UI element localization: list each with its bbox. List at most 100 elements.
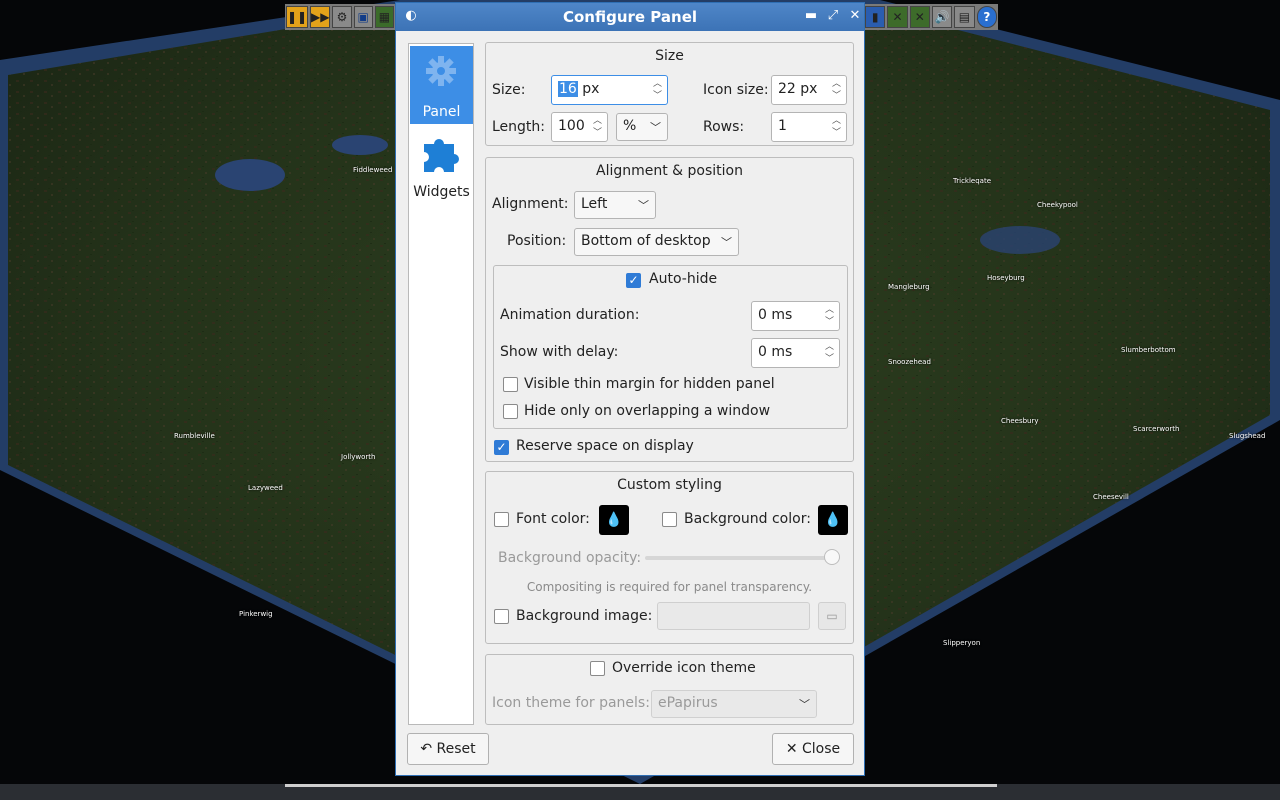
rows-value: 1 bbox=[778, 118, 787, 134]
reserve-space-checkbox[interactable]: ✓ bbox=[494, 440, 509, 455]
show-delay-spinbox[interactable]: 0 ms ︿ ﹀ bbox=[751, 338, 840, 368]
fast-forward-icon[interactable]: ▶▶ bbox=[310, 6, 331, 28]
background-opacity-label: Background opacity: bbox=[498, 550, 642, 566]
chevron-down-icon: ﹀ bbox=[638, 199, 649, 212]
group-title: Alignment & position bbox=[596, 163, 743, 179]
alignment-label: Alignment: bbox=[492, 196, 569, 212]
close-icon[interactable]: ✕ bbox=[846, 7, 864, 25]
town-label: Lazyweed bbox=[248, 484, 283, 492]
sound-icon[interactable]: 🔊 bbox=[931, 6, 953, 28]
length-unit-select[interactable]: % ﹀ bbox=[616, 113, 668, 141]
overlap-checkbox[interactable] bbox=[503, 404, 518, 419]
spin-arrows-icon[interactable]: ︿ ﹀ bbox=[832, 78, 841, 102]
icon-theme-label: Icon theme for panels: bbox=[492, 695, 650, 711]
town-label: Fiddleweed bbox=[353, 166, 393, 174]
messages-icon[interactable]: ▤ bbox=[954, 6, 975, 28]
position-label: Position: bbox=[507, 233, 567, 249]
maximize-icon[interactable]: ⤢ bbox=[824, 7, 842, 25]
town-label: Scarcerworth bbox=[1133, 425, 1180, 433]
browse-image-icon[interactable]: ▭ bbox=[818, 602, 846, 630]
background-color-label: Background color: bbox=[684, 511, 811, 527]
rows-label: Rows: bbox=[703, 119, 745, 135]
custom-styling-group: Custom styling Font color: 💧 Background … bbox=[485, 471, 854, 644]
icon-theme-select[interactable]: ePapirus ﹀ bbox=[651, 690, 817, 718]
background-image-field[interactable] bbox=[657, 602, 810, 630]
graph-icon[interactable]: ▮ bbox=[865, 6, 886, 28]
override-icon-theme-checkbox[interactable] bbox=[590, 661, 605, 676]
compositing-note: Compositing is required for panel transp… bbox=[526, 580, 813, 594]
sidebar-item-panel[interactable]: Panel bbox=[410, 46, 473, 124]
landscape-icon[interactable]: ✕ bbox=[909, 6, 930, 28]
town-label: Jollyworth bbox=[341, 453, 376, 461]
font-color-checkbox[interactable] bbox=[494, 512, 509, 527]
autohide-checkbox[interactable]: ✓ bbox=[626, 273, 641, 288]
length-unit-value: % bbox=[623, 118, 637, 134]
close-label: Close bbox=[802, 741, 841, 757]
animation-duration-value: 0 ms bbox=[758, 307, 793, 323]
pause-icon[interactable]: ❚❚ bbox=[286, 6, 308, 28]
town-label: Snoozehead bbox=[888, 358, 931, 366]
background-opacity-slider[interactable] bbox=[645, 549, 840, 565]
spin-arrows-icon[interactable]: ︿ ﹀ bbox=[825, 341, 834, 365]
map-icon[interactable]: ▦ bbox=[374, 6, 394, 28]
chevron-down-icon: ﹀ bbox=[650, 121, 661, 134]
configure-panel-dialog: ◐ Configure Panel ▬ ⤢ ✕ Panel Widgets Si… bbox=[395, 2, 865, 776]
title-bar[interactable]: ◐ Configure Panel ▬ ⤢ ✕ bbox=[396, 3, 864, 31]
animation-duration-label: Animation duration: bbox=[500, 307, 640, 323]
alignment-position-group: Alignment & position Alignment: Left ﹀ P… bbox=[485, 157, 854, 462]
length-spinbox[interactable]: 100 ︿ ﹀ bbox=[551, 112, 608, 142]
size-spinbox[interactable]: 16 px ︿ ﹀ bbox=[551, 75, 668, 105]
font-color-picker[interactable]: 💧 bbox=[599, 505, 629, 535]
spin-arrows-icon[interactable]: ︿ ﹀ bbox=[832, 115, 841, 139]
town-label: Rumbleville bbox=[174, 432, 215, 440]
spin-arrows-icon[interactable]: ︿ ﹀ bbox=[825, 304, 834, 328]
reset-button[interactable]: ↶ Reset bbox=[407, 733, 489, 765]
minimize-icon[interactable]: ▬ bbox=[802, 7, 820, 25]
chevron-down-icon: ﹀ bbox=[799, 698, 810, 711]
town-label: Pinkerwig bbox=[239, 610, 273, 618]
save-icon[interactable]: ▣ bbox=[353, 6, 373, 28]
town-label: Slugshead bbox=[1229, 432, 1266, 440]
length-value: 100 bbox=[558, 118, 585, 134]
icon-size-value: 22 px bbox=[778, 81, 818, 97]
settings-icon[interactable]: ⚙ bbox=[332, 6, 352, 28]
spin-arrows-icon[interactable]: ︿ ﹀ bbox=[653, 78, 662, 102]
background-color-picker[interactable]: 💧 bbox=[818, 505, 848, 535]
autohide-label: Auto-hide bbox=[649, 271, 718, 287]
town-label: Slumberbottom bbox=[1121, 346, 1176, 354]
font-color-label: Font color: bbox=[516, 511, 590, 527]
close-button[interactable]: ✕ Close bbox=[772, 733, 854, 765]
show-delay-value: 0 ms bbox=[758, 344, 793, 360]
terraform-icon[interactable]: ✕ bbox=[887, 6, 908, 28]
position-select[interactable]: Bottom of desktop ﹀ bbox=[574, 228, 739, 256]
town-label: Trickleqate bbox=[953, 177, 992, 185]
status-bar bbox=[0, 784, 1280, 800]
spin-arrows-icon[interactable]: ︿ ﹀ bbox=[593, 115, 602, 139]
autohide-group: ✓ Auto-hide Animation duration: 0 ms ︿ ﹀ … bbox=[493, 265, 848, 429]
reset-label: Reset bbox=[436, 741, 476, 757]
gear-icon bbox=[426, 56, 456, 86]
background-color-checkbox[interactable] bbox=[662, 512, 677, 527]
droplet-icon: 💧 bbox=[824, 512, 842, 528]
position-value: Bottom of desktop bbox=[581, 233, 711, 249]
size-value-selected: 16 bbox=[558, 81, 578, 97]
alignment-select[interactable]: Left ﹀ bbox=[574, 191, 656, 219]
animation-duration-spinbox[interactable]: 0 ms ︿ ﹀ bbox=[751, 301, 840, 331]
alignment-value: Left bbox=[581, 196, 608, 212]
background-image-checkbox[interactable] bbox=[494, 609, 509, 624]
rows-spinbox[interactable]: 1 ︿ ﹀ bbox=[771, 112, 847, 142]
icon-size-label: Icon size: bbox=[703, 82, 769, 98]
chevron-down-icon: ﹀ bbox=[721, 236, 732, 249]
reserve-space-label: Reserve space on display bbox=[516, 438, 694, 454]
icon-size-spinbox[interactable]: 22 px ︿ ﹀ bbox=[771, 75, 847, 105]
help-icon[interactable]: ? bbox=[976, 6, 997, 28]
override-icon-theme-label: Override icon theme bbox=[612, 660, 756, 676]
icon-theme-value: ePapirus bbox=[658, 695, 718, 711]
sidebar-item-widgets[interactable]: Widgets bbox=[410, 126, 473, 204]
slider-handle[interactable] bbox=[824, 549, 840, 565]
town-label: Cheesevill bbox=[1093, 493, 1129, 501]
puzzle-icon bbox=[424, 139, 459, 172]
window-title: Configure Panel bbox=[562, 8, 698, 26]
close-icon: ✕ bbox=[785, 741, 798, 757]
thin-margin-checkbox[interactable] bbox=[503, 377, 518, 392]
